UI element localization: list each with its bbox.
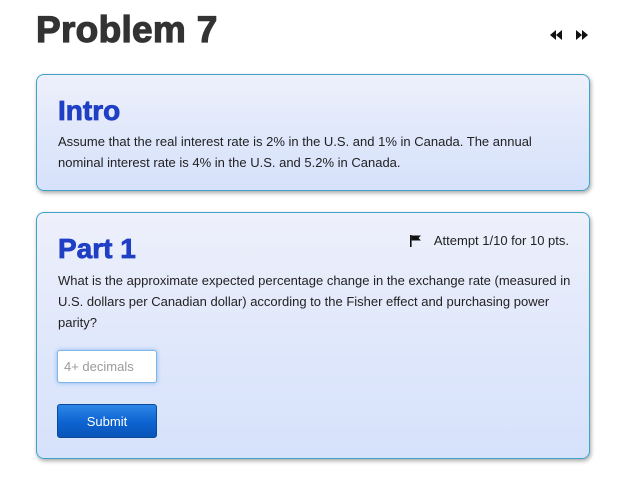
page-title: Problem 7: [35, 8, 218, 50]
part-1-heading: Part 1: [58, 233, 137, 265]
previous-problem-button[interactable]: [548, 28, 564, 42]
intro-card: Intro Assume that the real interest rate…: [36, 74, 590, 191]
intro-heading: Intro: [58, 95, 121, 127]
attempt-text: Attempt 1/10 for 10 pts.: [433, 233, 569, 248]
flag-icon[interactable]: [409, 234, 421, 247]
attempt-info: Attempt 1/10 for 10 pts.: [409, 233, 569, 248]
next-problem-button[interactable]: [574, 28, 590, 42]
submit-button[interactable]: Submit: [57, 404, 157, 438]
fast-forward-icon: [576, 30, 588, 40]
intro-text: Assume that the real interest rate is 2%…: [58, 134, 532, 170]
problem-navigation: [548, 28, 590, 42]
part-1-question: What is the approximate expected percent…: [58, 273, 571, 330]
rewind-icon: [550, 30, 562, 40]
answer-input[interactable]: [57, 350, 157, 383]
problem-page: Problem 7 Intro Assume that the real int…: [0, 0, 634, 484]
part-1-card: Part 1 Attempt 1/10 for 10 pts. What is …: [36, 212, 590, 459]
